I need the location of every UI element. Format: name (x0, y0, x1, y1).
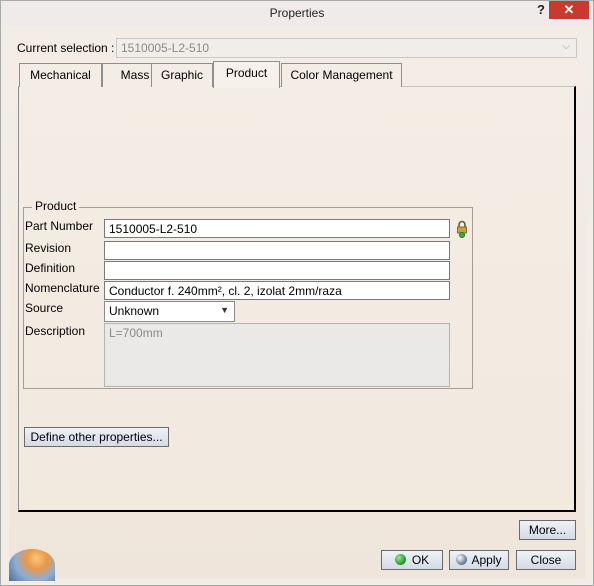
description-field[interactable]: L=700mm (104, 323, 450, 387)
definition-label: Definition (25, 261, 76, 275)
apply-button[interactable]: Apply (449, 550, 509, 570)
source-select[interactable]: Unknown ▼ (104, 301, 235, 322)
chevron-down-icon: ⌵ (562, 41, 570, 52)
part-number-field[interactable]: 1510005-L2-510 (104, 219, 450, 238)
more-button[interactable]: More... (519, 520, 576, 540)
tab-mechanical[interactable]: Mechanical (19, 63, 102, 87)
define-other-properties-button[interactable]: Define other properties... (24, 427, 169, 447)
current-selection-value: 1510005-L2-510 (121, 41, 210, 55)
green-circle-icon (394, 554, 406, 565)
product-group-title: Product (32, 199, 80, 213)
nomenclature-field[interactable]: Conductor f. 240mm², cl. 2, izolat 2mm/r… (104, 281, 450, 300)
properties-window: Properties ? ✕ Current selection : 15100… (0, 0, 594, 586)
help-button[interactable]: ? (534, 2, 548, 20)
lock-icon[interactable] (456, 220, 468, 238)
close-window-button[interactable]: ✕ (549, 1, 589, 19)
tab-graphic[interactable]: Graphic (151, 63, 213, 87)
apply-label: Apply (471, 553, 502, 567)
revision-label: Revision (25, 241, 72, 255)
tab-product[interactable]: Product (213, 61, 280, 88)
chevron-down-icon: ▼ (220, 305, 229, 315)
window-title: Properties (269, 6, 325, 20)
close-button[interactable]: Close (516, 550, 576, 570)
current-selection-dropdown[interactable]: 1510005-L2-510 ⌵ (116, 38, 577, 58)
catia-logo-icon (9, 549, 55, 581)
ok-button[interactable]: OK (381, 550, 443, 570)
globe-icon (456, 554, 468, 565)
title-bar: Properties ? ✕ (1, 1, 593, 26)
description-label: Description (25, 324, 86, 338)
part-number-label: Part Number (25, 219, 94, 233)
nomenclature-label: Nomenclature (25, 281, 100, 295)
ok-label: OK (411, 553, 430, 567)
tab-color-management[interactable]: Color Management (281, 63, 402, 87)
source-value: Unknown (109, 304, 160, 318)
source-label: Source (25, 301, 64, 315)
definition-field[interactable] (104, 261, 450, 280)
revision-field[interactable] (104, 241, 450, 260)
current-selection-label: Current selection : (17, 41, 115, 55)
